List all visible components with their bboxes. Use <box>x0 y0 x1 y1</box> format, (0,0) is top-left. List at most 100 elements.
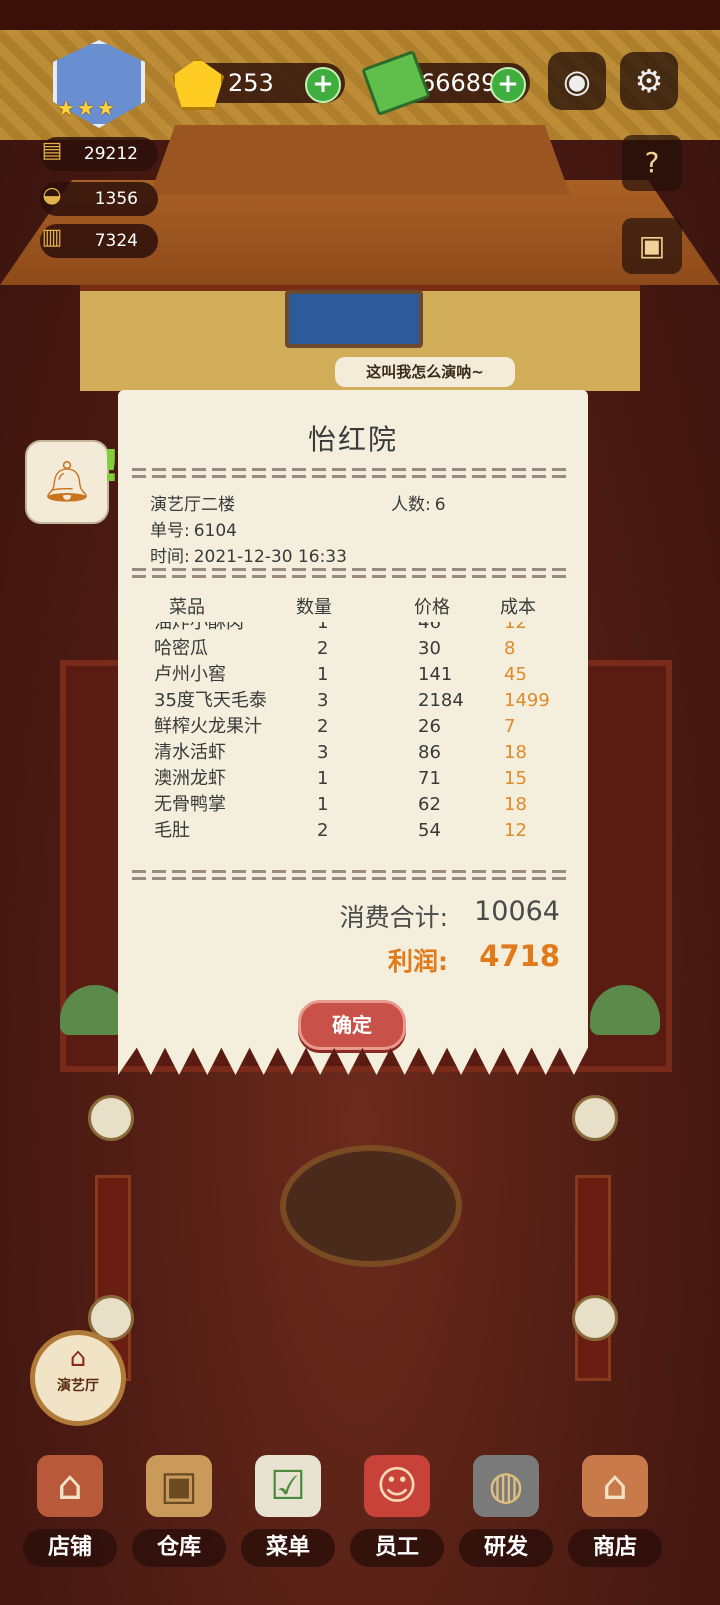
col-price: 价格 <box>414 597 450 618</box>
item-qty: 1 <box>317 622 329 633</box>
add-gems-button[interactable]: + <box>305 67 341 103</box>
cash-value: 66689 <box>420 69 497 97</box>
stat-value: 1356 <box>94 189 138 209</box>
vase <box>572 1295 618 1341</box>
item-qty: 3 <box>317 742 329 763</box>
menu-clipboard-icon: ☑ <box>255 1455 321 1517</box>
settings-button[interactable]: ⚙ <box>620 52 678 110</box>
item-qty: 2 <box>317 716 329 737</box>
profit-label: 利润: <box>388 947 448 976</box>
nav-label: 仓库 <box>132 1529 226 1567</box>
total-label: 消费合计: <box>339 903 448 932</box>
nav-research[interactable]: ◍ 研发 <box>451 1455 561 1595</box>
nav-label: 研发 <box>459 1529 553 1567</box>
divider <box>132 568 572 580</box>
item-qty: 2 <box>317 638 329 659</box>
item-name: 哈密瓜 <box>154 638 208 659</box>
nav-warehouse[interactable]: ▣ 仓库 <box>124 1455 234 1595</box>
stat-cash-stack: ▤ 29212 <box>40 137 158 171</box>
book-icon: ▥ <box>41 225 63 250</box>
divider <box>132 870 572 882</box>
hall-button-label: 演艺厅 <box>57 1378 99 1394</box>
cooking-pot-icon: ◍ <box>473 1455 539 1517</box>
order-number-value: 6104 <box>193 521 237 541</box>
nav-store[interactable]: ⌂ 商店 <box>560 1455 670 1595</box>
item-name: 卢州小窖 <box>154 664 226 685</box>
recipe-book-button[interactable]: ▣ <box>622 218 682 274</box>
item-cost: 45 <box>504 664 527 685</box>
confirm-button[interactable]: 确定 <box>298 1000 406 1050</box>
item-qty: 2 <box>317 820 329 841</box>
item-price: 26 <box>418 716 441 737</box>
divider <box>132 468 572 480</box>
vase <box>572 1095 618 1141</box>
item-price: 46 <box>418 622 441 633</box>
item-price: 71 <box>418 768 441 789</box>
nav-menu[interactable]: ☑ 菜单 <box>233 1455 343 1595</box>
table-row: 哈密瓜 2 30 8 <box>132 636 572 662</box>
col-dish: 菜品 <box>169 597 205 618</box>
item-cost: 18 <box>504 742 527 763</box>
staff-chef-icon: ☺ <box>364 1455 430 1517</box>
stat-value: 7324 <box>94 231 138 251</box>
guest-count-value: 6 <box>434 495 446 515</box>
total-value: 10064 <box>474 896 560 927</box>
gem-value: 253 <box>228 69 274 97</box>
location: 演艺厅二楼 <box>150 495 235 515</box>
nav-label: 员工 <box>350 1529 444 1567</box>
item-name: 无骨鸭掌 <box>154 794 226 815</box>
shop-building-icon: ⌂ <box>37 1455 103 1517</box>
item-cost: 18 <box>504 794 527 815</box>
order-number-label: 单号: <box>150 521 190 541</box>
item-cost: 1499 <box>504 690 550 711</box>
dish-icon: ◒ <box>42 183 62 208</box>
item-name: 清水活虾 <box>154 742 226 763</box>
table-row: 清水活虾 3 86 18 <box>132 740 572 766</box>
ceiling-beam <box>0 0 720 34</box>
item-price: 30 <box>418 638 441 659</box>
item-price: 86 <box>418 742 441 763</box>
performance-hall-button[interactable]: ⌂ 演艺厅 <box>30 1330 126 1426</box>
order-time: 时间: 2021-12-30 16:33 <box>150 542 347 567</box>
pillar <box>575 1175 611 1381</box>
item-name: 油炸小酥肉 <box>154 622 244 633</box>
guest-count: 人数: 6 <box>391 490 446 515</box>
col-qty: 数量 <box>296 597 332 618</box>
item-name: 毛肚 <box>154 820 190 841</box>
table-row: 35度飞天毛泰 3 2184 1499 <box>132 688 572 714</box>
rank-badge[interactable]: ★★★ <box>35 40 155 130</box>
question-book-icon: ? <box>644 146 660 179</box>
pavilion-upper-roof <box>150 125 570 195</box>
nav-label: 商店 <box>568 1529 662 1567</box>
item-cost: 12 <box>504 622 527 633</box>
table-row: 澳洲龙虾 1 71 15 <box>132 766 572 792</box>
nav-shop[interactable]: ⌂ 店铺 <box>15 1455 125 1595</box>
item-qty: 3 <box>317 690 329 711</box>
item-list[interactable]: 油炸小酥肉 1 46 12 哈密瓜 2 30 8 卢州小窖 1 141 45 3… <box>132 622 572 844</box>
table-row: 毛肚 2 54 12 <box>132 818 572 844</box>
nav-staff[interactable]: ☺ 员工 <box>342 1455 452 1595</box>
order-time-value: 2021-12-30 16:33 <box>193 547 347 567</box>
nav-label: 店铺 <box>23 1529 117 1567</box>
customer-speech-bubble: 这叫我怎么演呐~ <box>335 357 515 387</box>
round-dining-table[interactable] <box>280 1145 462 1267</box>
order-time-label: 时间: <box>150 547 190 567</box>
table-row: 油炸小酥肉 1 46 12 <box>132 622 572 636</box>
table-row: 无骨鸭掌 1 62 18 <box>132 792 572 818</box>
nav-label: 菜单 <box>241 1529 335 1567</box>
camera-button[interactable]: ◉ <box>548 52 606 110</box>
cash-stack-icon: ▤ <box>41 138 63 163</box>
guest-count-label: 人数: <box>391 495 431 515</box>
item-price: 54 <box>418 820 441 841</box>
service-bell-button[interactable]: 🔔︎ ! <box>25 440 121 524</box>
help-book-button[interactable]: ? <box>622 135 682 191</box>
table-row: 鲜榨火龙果汁 2 26 7 <box>132 714 572 740</box>
rating-stars-icon: ★★★ <box>57 96 117 120</box>
item-qty: 1 <box>317 768 329 789</box>
col-cost: 成本 <box>500 597 536 618</box>
stage-screen <box>285 290 423 348</box>
warehouse-box-icon: ▣ <box>146 1455 212 1517</box>
item-cost: 12 <box>504 820 527 841</box>
add-cash-button[interactable]: + <box>490 67 526 103</box>
item-price: 62 <box>418 794 441 815</box>
